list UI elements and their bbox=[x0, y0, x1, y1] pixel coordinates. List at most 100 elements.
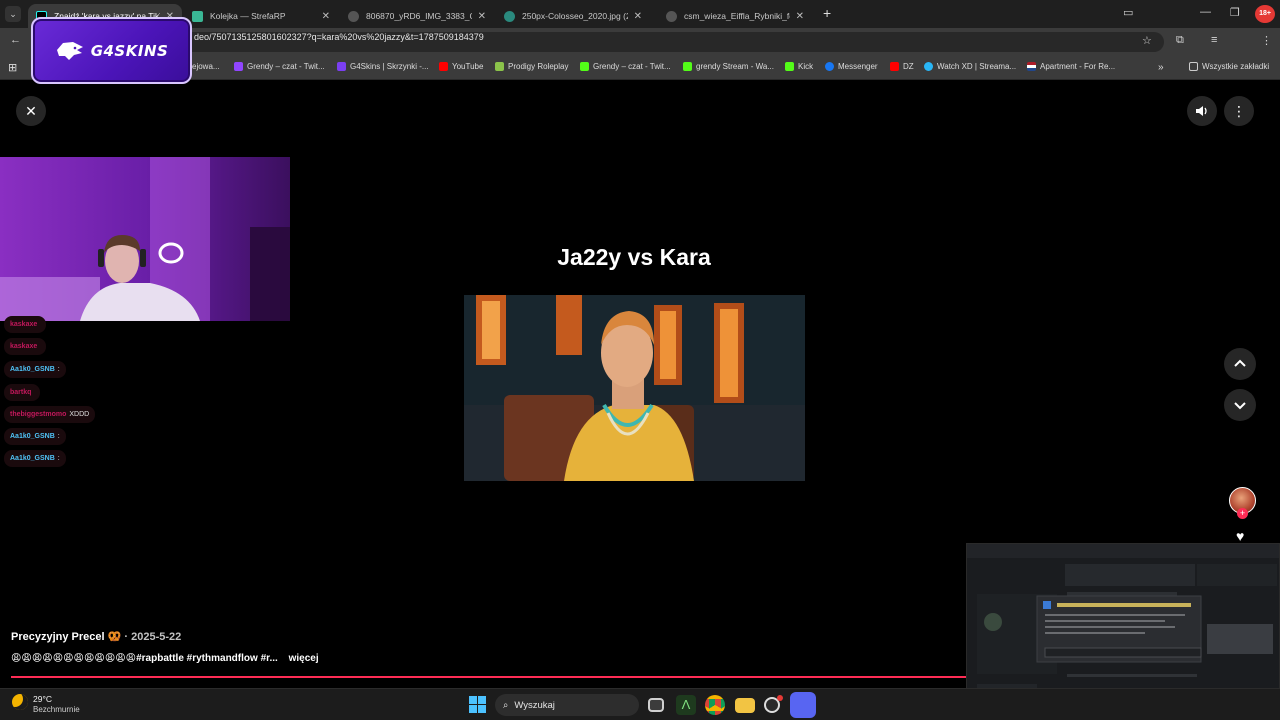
media-control-icon[interactable]: ≡ bbox=[1211, 34, 1217, 46]
weather-description[interactable]: Bezchmurnie bbox=[33, 705, 80, 714]
bookmark-item[interactable]: Grendy – czat - Twit... bbox=[580, 62, 671, 71]
heart-icon[interactable]: ♥ bbox=[1236, 528, 1244, 544]
video-frame-image bbox=[464, 295, 805, 481]
bookmark-label: Kick bbox=[798, 62, 814, 71]
restore-icon[interactable]: ❐ bbox=[1230, 6, 1240, 19]
tab-title: 250px-Colosseo_2020.jpg (250 bbox=[522, 11, 628, 21]
chat-username[interactable]: Aa1k0_GSNB bbox=[10, 366, 55, 373]
chat-username[interactable]: Aa1k0_GSNB bbox=[10, 433, 55, 440]
task-view-icon[interactable] bbox=[648, 698, 664, 712]
globe-icon bbox=[348, 10, 359, 22]
minimize-icon[interactable]: — bbox=[1200, 6, 1211, 18]
flag-icon bbox=[1027, 62, 1036, 71]
bookmark-item[interactable]: Messenger bbox=[825, 62, 878, 71]
tab-eiffel[interactable]: csm_wieza_Eiffla_Rybniki_fot.M ✕ bbox=[658, 4, 812, 28]
video-progress-bar[interactable] bbox=[11, 676, 966, 678]
more-bookmarks-chevron-icon[interactable]: » bbox=[1158, 62, 1164, 73]
more-link[interactable]: więcej bbox=[289, 653, 319, 664]
description-text: 😩😩😩😩😩😩😩😩😩😩😩😩#rapbattle #rythmandflow #r.… bbox=[11, 653, 278, 664]
bookmark-item[interactable]: ejowa... bbox=[192, 62, 220, 71]
tab-strefarp[interactable]: Kolejka — StrefaRP ✕ bbox=[184, 4, 338, 28]
menu-kebab-icon[interactable]: ⋮ bbox=[1261, 34, 1272, 47]
video-description: 😩😩😩😩😩😩😩😩😩😩😩😩#rapbattle #rythmandflow #r.… bbox=[11, 653, 319, 664]
chevron-down-icon bbox=[1234, 402, 1246, 410]
facebook-icon bbox=[825, 62, 834, 71]
next-video-button[interactable] bbox=[1224, 389, 1256, 421]
chat-text: XDDD bbox=[69, 411, 90, 418]
profile-badge[interactable]: 18+ bbox=[1255, 5, 1275, 23]
close-player-button[interactable]: ✕ bbox=[16, 96, 46, 126]
tab-title: Kolejka — StrefaRP bbox=[210, 11, 286, 21]
g4skins-icon bbox=[337, 62, 346, 71]
tab-list-button[interactable]: ⌄ bbox=[5, 6, 21, 22]
notification-dot bbox=[777, 695, 783, 701]
close-icon[interactable]: ✕ bbox=[478, 11, 486, 22]
tab-colosseo[interactable]: 250px-Colosseo_2020.jpg (250 ✕ bbox=[496, 4, 650, 28]
all-bookmarks[interactable]: Wszystkie zakładki bbox=[1189, 62, 1269, 71]
apps-grid-icon[interactable]: ⊞ bbox=[8, 61, 17, 74]
video-player[interactable] bbox=[464, 295, 805, 481]
chat-message: kaskaxe bbox=[4, 338, 47, 355]
follow-plus-icon[interactable]: + bbox=[1237, 508, 1248, 519]
extensions-icon[interactable]: ⧉ bbox=[1176, 34, 1184, 47]
close-icon[interactable]: ✕ bbox=[322, 11, 330, 22]
new-tab-button[interactable]: + bbox=[823, 5, 831, 21]
kick-icon bbox=[683, 62, 692, 71]
speaker-icon bbox=[1196, 106, 1207, 116]
chrome-icon[interactable] bbox=[705, 695, 725, 715]
close-icon[interactable]: ✕ bbox=[634, 11, 642, 22]
bookmark-item[interactable]: Kick bbox=[785, 62, 813, 71]
post-date: · 2025-5-22 bbox=[124, 631, 182, 643]
bookmark-item[interactable]: G4Skins | Skrzynki -... bbox=[337, 62, 429, 71]
bookmark-item[interactable]: Prodigy Roleplay bbox=[495, 62, 568, 71]
chat-text: : bbox=[57, 455, 60, 462]
weather-moon-icon bbox=[12, 694, 28, 710]
chat-username[interactable]: kaskaxe bbox=[10, 343, 37, 350]
chat-username[interactable]: kaskaxe bbox=[10, 321, 37, 328]
discord-icon[interactable] bbox=[790, 692, 816, 718]
chat-message: Aa1k0_GSNB: bbox=[4, 361, 66, 378]
g4skins-overlay: G4SKINS bbox=[31, 17, 192, 84]
chat-message: kaskaxe bbox=[4, 316, 47, 333]
twitch-icon bbox=[234, 62, 243, 71]
youtube-icon bbox=[890, 62, 899, 71]
navigation-toolbar: ← deo/7507135125801602327?q=kara%20vs%20… bbox=[0, 28, 1280, 76]
volume-button[interactable] bbox=[1187, 96, 1217, 126]
app-a-icon[interactable]: Λ bbox=[676, 695, 696, 715]
kick-icon bbox=[580, 62, 589, 71]
bookmark-label: Grendy – czat - Twit... bbox=[593, 62, 671, 71]
folder-icon bbox=[1189, 62, 1198, 71]
star-icon[interactable]: ☆ bbox=[1142, 34, 1152, 47]
bookmark-item[interactable]: Apartment - For Re... bbox=[1027, 62, 1115, 71]
close-icon[interactable]: ✕ bbox=[796, 11, 804, 22]
webcam-image bbox=[0, 157, 290, 321]
video-author[interactable]: Precyzyjny Precel 🥨 · 2025-5-22 bbox=[11, 630, 181, 643]
window-search-icon[interactable]: ▭ bbox=[1123, 6, 1133, 19]
bookmark-item[interactable]: DZ bbox=[890, 62, 914, 71]
author-name[interactable]: Precyzyjny Precel bbox=[11, 631, 105, 643]
chat-username[interactable]: bartkq bbox=[10, 389, 31, 396]
taskbar-search[interactable]: ⌕ Wyszukaj bbox=[495, 694, 639, 716]
tab-strip: ⌄ Znajdź 'kara vs jazzy' na TikToi ✕ Kol… bbox=[0, 0, 1280, 28]
chat-message: thebiggestmomo XDDD bbox=[4, 406, 96, 423]
bookmark-item[interactable]: Grendy – czat - Twit... bbox=[234, 62, 325, 71]
chat-username[interactable]: thebiggestmomo bbox=[10, 411, 66, 418]
weather-temperature[interactable]: 29°C bbox=[33, 694, 52, 704]
chat-username[interactable]: Aa1k0_GSNB bbox=[10, 455, 55, 462]
file-explorer-icon[interactable] bbox=[735, 698, 755, 713]
tab-image-1[interactable]: 806870_yRD6_IMG_3383_C120 ✕ bbox=[340, 4, 494, 28]
back-arrow-icon[interactable]: ← bbox=[10, 34, 21, 46]
start-windows-icon[interactable] bbox=[469, 696, 486, 713]
bookmark-item[interactable]: grendy Stream - Wa... bbox=[683, 62, 774, 71]
bookmark-item[interactable]: YouTube bbox=[439, 62, 483, 71]
more-options-button[interactable]: ⋮ bbox=[1224, 96, 1254, 126]
bookmark-item[interactable]: Watch XD | Streama... bbox=[924, 62, 1016, 71]
bookmark-label: Grendy – czat - Twit... bbox=[247, 62, 325, 71]
bookmark-label: YouTube bbox=[452, 62, 484, 71]
bookmark-label: Prodigy Roleplay bbox=[508, 62, 569, 71]
bookmark-label: ejowa... bbox=[192, 62, 220, 71]
chat-message: Aa1k0_GSNB: bbox=[4, 450, 66, 467]
webcam-overlay bbox=[0, 157, 290, 321]
all-bookmarks-label: Wszystkie zakładki bbox=[1202, 62, 1270, 71]
previous-video-button[interactable] bbox=[1224, 348, 1256, 380]
